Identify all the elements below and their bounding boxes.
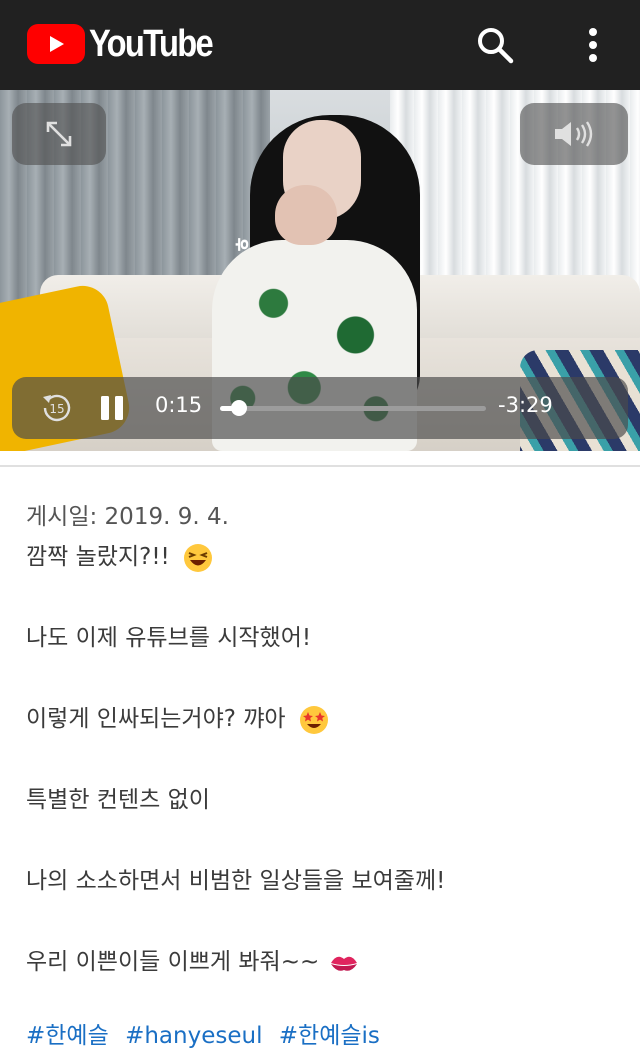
posted-date: 2019. 9. 4. — [104, 504, 229, 530]
replay-15-button[interactable]: 15 — [40, 391, 74, 425]
youtube-logo[interactable]: YouTube — [27, 24, 232, 64]
top-app-bar: YouTube — [0, 0, 640, 90]
description-line: 나의 소소하면서 비범한 일상들을 보여줄께! — [26, 868, 446, 894]
video-description: 게시일: 2019. 9. 4. 깜짝 놀랐지?!! 나도 이제 유튜브를 시작… — [26, 497, 616, 1056]
star-struck-emoji — [299, 705, 328, 734]
video-player[interactable]: ㅎ 15 0:15 -3:29 — [0, 90, 640, 451]
more-vert-icon — [589, 28, 597, 62]
playback-control-bar: 15 0:15 -3:29 — [12, 377, 628, 439]
hashtag-list: #한예슬 #hanyeseul #한예슬is — [26, 1016, 616, 1056]
hashtag-link[interactable]: #한예슬is — [279, 1023, 380, 1049]
description-line: 깜짝 놀랐지?!! — [26, 537, 616, 577]
section-divider — [0, 465, 640, 467]
laughing-emoji — [184, 543, 213, 572]
current-time: 0:15 — [155, 393, 203, 417]
pause-button[interactable] — [98, 394, 126, 422]
kiss-mark-emoji — [330, 956, 357, 971]
seek-bar[interactable] — [220, 400, 486, 416]
pause-icon — [101, 396, 123, 420]
fullscreen-button[interactable] — [12, 103, 106, 165]
hashtag-link[interactable]: #hanyeseul — [125, 1023, 262, 1049]
more-options-button[interactable] — [568, 20, 618, 70]
description-line: 나도 이제 유튜브를 시작했어! — [26, 625, 312, 651]
description-line: 이렇게 인싸되는거야? 꺄아 — [26, 699, 616, 739]
volume-button[interactable] — [520, 103, 628, 165]
posted-label: 게시일: — [26, 504, 98, 530]
search-icon — [478, 28, 514, 64]
remaining-time: -3:29 — [498, 393, 553, 417]
posted-date-line: 게시일: 2019. 9. 4. — [26, 497, 616, 537]
fullscreen-icon — [46, 121, 72, 147]
volume-icon — [555, 121, 593, 147]
description-line: 특별한 컨텐츠 없이 — [26, 787, 210, 813]
description-line: 우리 이쁜이들 이쁘게 봐줘~~ — [26, 942, 616, 982]
video-overlay-caption: ㅎ — [230, 235, 255, 254]
svg-text:15: 15 — [49, 402, 64, 416]
search-button[interactable] — [470, 20, 520, 70]
youtube-wordmark: YouTube — [89, 23, 214, 65]
replay-15-icon: 15 — [43, 394, 71, 422]
youtube-play-icon — [27, 24, 85, 64]
seek-thumb[interactable] — [230, 400, 247, 416]
hashtag-link[interactable]: #한예슬 — [26, 1023, 109, 1049]
